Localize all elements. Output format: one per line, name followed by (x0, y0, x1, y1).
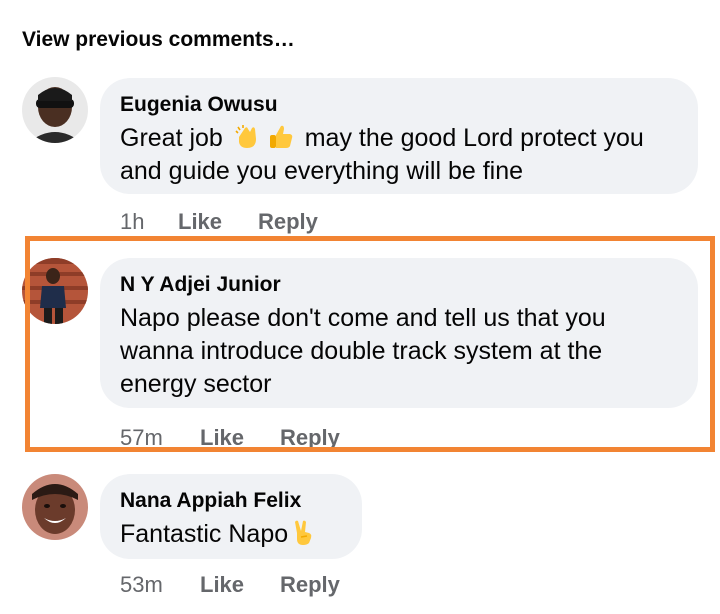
comment-text: Great job may the good Lord protect you … (120, 122, 674, 188)
comment-timestamp[interactable]: 1h (120, 209, 178, 235)
comment-bubble[interactable]: Eugenia Owusu Great job may the good Lor… (100, 78, 698, 194)
comment-actions: 57m Like Reply (120, 425, 340, 453)
avatar[interactable] (22, 474, 88, 540)
clapping-hands-emoji (235, 125, 256, 148)
view-previous-comments-link[interactable]: View previous comments… (22, 28, 295, 52)
like-button[interactable]: Like (178, 209, 258, 235)
avatar-image (22, 77, 88, 143)
comment-text: Napo please don't come and tell us that … (120, 304, 606, 398)
reply-button[interactable]: Reply (280, 425, 340, 451)
victory-hand-emoji (295, 520, 312, 545)
comment-text: Fantastic Napo (120, 518, 338, 551)
reply-button[interactable]: Reply (280, 572, 340, 598)
thumbs-up-emoji (269, 125, 293, 148)
comment-author[interactable]: Nana Appiah Felix (120, 488, 338, 514)
comment-bubble[interactable]: N Y Adjei Junior Napo please don't come … (100, 258, 698, 408)
avatar-image (22, 258, 88, 324)
comment-author[interactable]: Eugenia Owusu (120, 92, 674, 118)
avatar-image (22, 474, 88, 540)
comment-text-start: Great job (120, 124, 230, 152)
reply-button[interactable]: Reply (258, 209, 318, 235)
avatar[interactable] (22, 77, 88, 143)
comment-timestamp[interactable]: 53m (120, 572, 200, 598)
like-button[interactable]: Like (200, 425, 280, 451)
like-button[interactable]: Like (200, 572, 280, 598)
comment-timestamp[interactable]: 57m (120, 425, 200, 451)
comment-actions: 53m Like Reply (120, 572, 340, 600)
avatar[interactable] (22, 258, 88, 324)
comment-author[interactable]: N Y Adjei Junior (120, 272, 674, 298)
comment-text-start: Fantastic Napo (120, 520, 289, 548)
comment-actions: 1h Like Reply (120, 209, 318, 237)
comment-bubble[interactable]: Nana Appiah Felix Fantastic Napo (100, 474, 362, 559)
